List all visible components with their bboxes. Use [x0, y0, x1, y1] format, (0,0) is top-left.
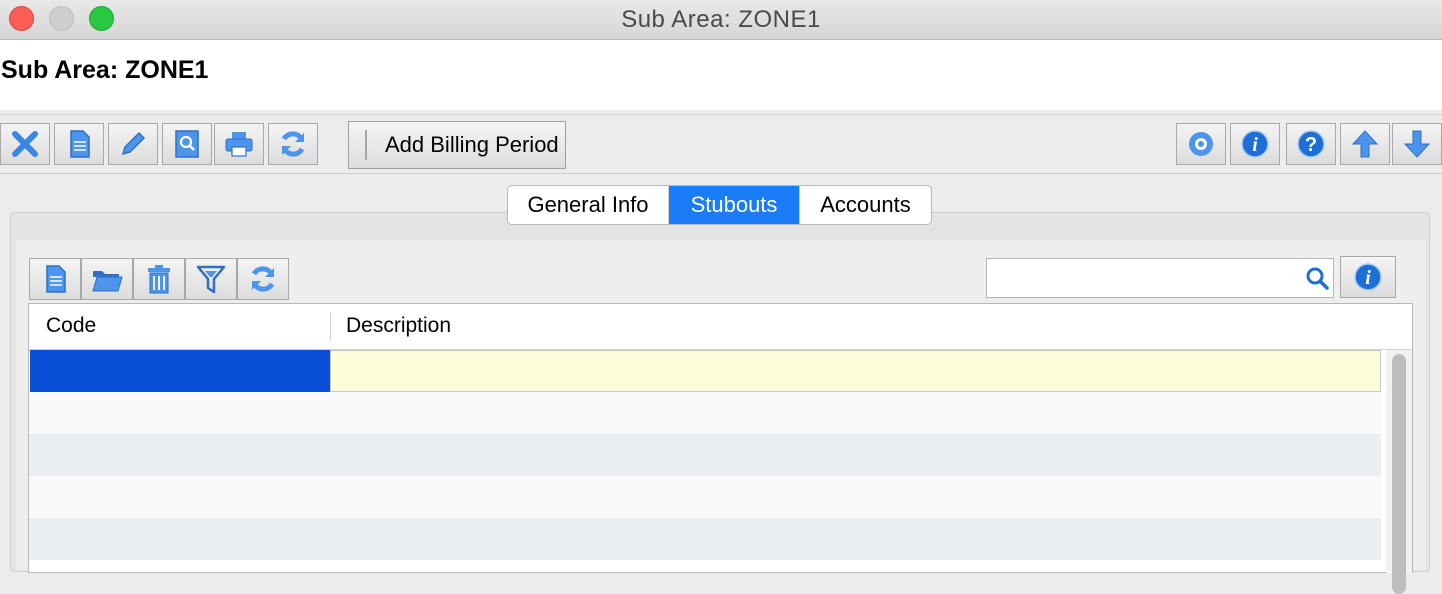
column-header-description[interactable]: Description — [346, 314, 451, 338]
edit-record-button[interactable] — [108, 123, 158, 165]
table-row[interactable] — [29, 518, 1381, 560]
stubouts-table: Code Description — [28, 303, 1413, 594]
window-title: Sub Area: ZONE1 — [621, 6, 821, 33]
refresh-button[interactable] — [268, 123, 318, 165]
grid-delete-button[interactable] — [133, 258, 185, 300]
table-row[interactable] — [29, 434, 1381, 476]
scrollbar-thumb[interactable] — [1392, 354, 1406, 594]
open-folder-icon — [92, 271, 123, 292]
add-billing-period-label: Add Billing Period — [385, 132, 559, 157]
new-document-icon — [70, 130, 90, 158]
grid-info-button[interactable]: i — [1340, 256, 1396, 298]
grid-new-button[interactable] — [29, 258, 81, 300]
close-record-button[interactable] — [0, 123, 50, 165]
new-record-button[interactable] — [54, 123, 104, 165]
edit-icon — [121, 131, 146, 156]
arrow-down-icon — [1403, 130, 1431, 158]
table-row[interactable] — [29, 350, 1381, 392]
preview-search-icon — [175, 130, 199, 158]
grid-refresh-button[interactable] — [237, 258, 289, 300]
add-billing-period-button[interactable]: Add Billing Period — [348, 121, 566, 169]
page-header: Sub Area: ZONE1 — [0, 40, 1442, 110]
description-cell[interactable] — [330, 350, 1381, 392]
svg-text:?: ? — [1305, 134, 1317, 156]
svg-text:i: i — [1252, 134, 1258, 156]
page-title: Sub Area: ZONE1 — [1, 56, 209, 84]
code-cell[interactable] — [30, 350, 330, 392]
settings-button[interactable] — [1176, 123, 1226, 165]
delete-icon — [148, 265, 170, 294]
tab-accounts[interactable]: Accounts — [800, 186, 931, 224]
vertical-scrollbar[interactable] — [1386, 350, 1412, 594]
new-icon — [46, 265, 66, 293]
grid-open-button[interactable] — [81, 258, 133, 300]
info-icon: i — [1241, 130, 1269, 158]
search-icon[interactable] — [1304, 265, 1330, 291]
move-down-button[interactable] — [1392, 123, 1442, 165]
window-titlebar: Sub Area: ZONE1 — [0, 0, 1442, 40]
column-header-code[interactable]: Code — [46, 314, 96, 338]
svg-text:i: i — [1365, 267, 1371, 289]
refresh-icon — [251, 266, 275, 292]
refresh-icon — [281, 131, 305, 157]
move-up-button[interactable] — [1340, 123, 1390, 165]
filter-icon — [196, 265, 226, 294]
info-button[interactable]: i — [1230, 123, 1280, 165]
search-input[interactable] — [986, 258, 1334, 298]
info-icon: i — [1354, 263, 1382, 291]
help-icon: ? — [1297, 130, 1325, 158]
tab-general-info[interactable]: General Info — [508, 186, 669, 224]
main-toolbar: Add Billing Period i ? — [0, 114, 1442, 174]
tab-bar: General Info Stubouts Accounts — [507, 185, 932, 225]
column-divider[interactable] — [330, 312, 331, 340]
tab-stubouts[interactable]: Stubouts — [669, 186, 800, 224]
close-icon — [12, 131, 38, 157]
table-row[interactable] — [29, 392, 1381, 434]
grid-filter-button[interactable] — [185, 258, 237, 300]
button-separator — [365, 130, 367, 160]
table-header: Code Description — [29, 304, 1412, 350]
arrow-up-icon — [1351, 130, 1379, 158]
print-icon — [225, 132, 253, 157]
settings-icon — [1189, 132, 1213, 156]
help-button[interactable]: ? — [1286, 123, 1336, 165]
preview-button[interactable] — [162, 123, 212, 165]
print-button[interactable] — [214, 123, 264, 165]
table-row[interactable] — [29, 476, 1381, 518]
